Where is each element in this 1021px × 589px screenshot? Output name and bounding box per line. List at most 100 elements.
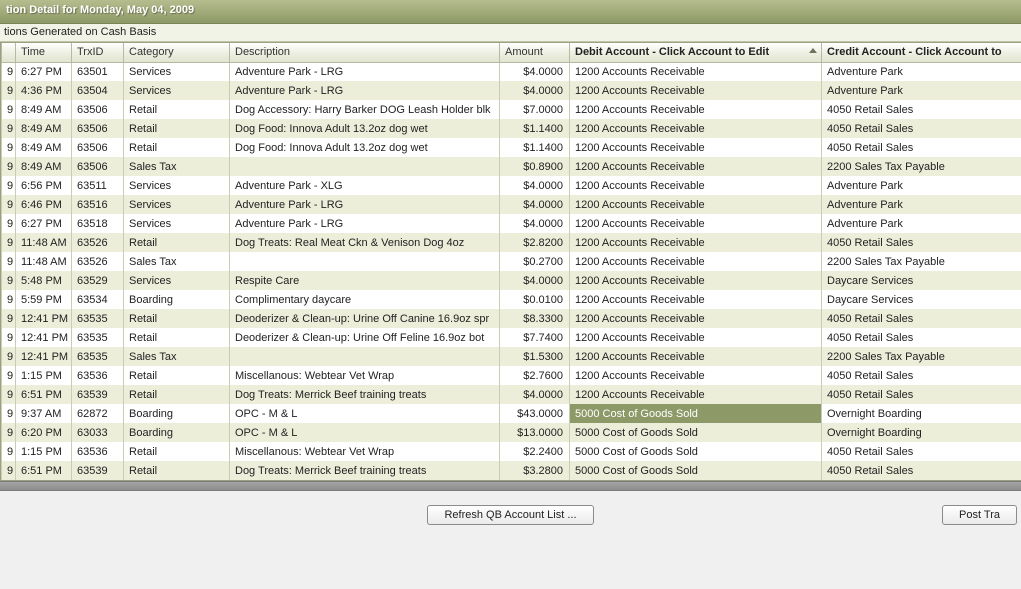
cell-date[interactable]: 9 [2, 366, 16, 385]
cell-description[interactable]: Adventure Park - XLG [230, 176, 500, 195]
cell-trxid[interactable]: 63526 [72, 233, 124, 252]
cell-date[interactable]: 9 [2, 157, 16, 176]
cell-debit-account[interactable]: 5000 Cost of Goods Sold [570, 442, 822, 461]
cell-amount[interactable]: $4.0000 [500, 271, 570, 290]
cell-date[interactable]: 9 [2, 81, 16, 100]
cell-description[interactable]: Dog Treats: Real Meat Ckn & Venison Dog … [230, 233, 500, 252]
cell-description[interactable]: Adventure Park - LRG [230, 81, 500, 100]
cell-credit-account[interactable]: Adventure Park [822, 214, 1021, 233]
cell-category[interactable]: Services [124, 195, 230, 214]
cell-time[interactable]: 5:59 PM [16, 290, 72, 309]
cell-description[interactable]: Miscellanous: Webtear Vet Wrap [230, 442, 500, 461]
table-row[interactable]: 912:41 PM63535RetailDeoderizer & Clean-u… [2, 309, 1021, 328]
cell-credit-account[interactable]: 2200 Sales Tax Payable [822, 157, 1021, 176]
cell-credit-account[interactable]: Daycare Services [822, 290, 1021, 309]
cell-debit-account[interactable]: 1200 Accounts Receivable [570, 119, 822, 138]
cell-category[interactable]: Retail [124, 328, 230, 347]
cell-date[interactable]: 9 [2, 252, 16, 271]
cell-trxid[interactable]: 63506 [72, 138, 124, 157]
cell-trxid[interactable]: 63501 [72, 62, 124, 81]
cell-trxid[interactable]: 63535 [72, 309, 124, 328]
cell-date[interactable]: 9 [2, 195, 16, 214]
cell-debit-account[interactable]: 1200 Accounts Receivable [570, 290, 822, 309]
cell-date[interactable]: 9 [2, 290, 16, 309]
cell-time[interactable]: 8:49 AM [16, 119, 72, 138]
cell-amount[interactable]: $3.2800 [500, 461, 570, 480]
cell-credit-account[interactable]: 2200 Sales Tax Payable [822, 252, 1021, 271]
col-time[interactable]: Time [16, 43, 72, 62]
cell-description[interactable]: Dog Accessory: Harry Barker DOG Leash Ho… [230, 100, 500, 119]
cell-date[interactable]: 9 [2, 138, 16, 157]
cell-credit-account[interactable]: 4050 Retail Sales [822, 328, 1021, 347]
table-row[interactable]: 99:37 AM62872BoardingOPC - M & L$43.0000… [2, 404, 1021, 423]
cell-date[interactable]: 9 [2, 385, 16, 404]
cell-category[interactable]: Services [124, 81, 230, 100]
cell-date[interactable]: 9 [2, 328, 16, 347]
cell-debit-account[interactable]: 1200 Accounts Receivable [570, 309, 822, 328]
cell-amount[interactable]: $4.0000 [500, 195, 570, 214]
cell-credit-account[interactable]: 4050 Retail Sales [822, 100, 1021, 119]
col-category[interactable]: Category [124, 43, 230, 62]
cell-date[interactable]: 9 [2, 100, 16, 119]
cell-amount[interactable]: $0.0100 [500, 290, 570, 309]
cell-credit-account[interactable]: 4050 Retail Sales [822, 309, 1021, 328]
table-row[interactable]: 96:51 PM63539RetailDog Treats: Merrick B… [2, 385, 1021, 404]
cell-debit-account[interactable]: 1200 Accounts Receivable [570, 366, 822, 385]
cell-debit-account[interactable]: 1200 Accounts Receivable [570, 385, 822, 404]
cell-amount[interactable]: $8.3300 [500, 309, 570, 328]
cell-time[interactable]: 9:37 AM [16, 404, 72, 423]
col-credit-account[interactable]: Credit Account - Click Account to [822, 43, 1021, 62]
cell-description[interactable]: Miscellanous: Webtear Vet Wrap [230, 366, 500, 385]
cell-time[interactable]: 6:20 PM [16, 423, 72, 442]
cell-amount[interactable]: $4.0000 [500, 214, 570, 233]
cell-debit-account[interactable]: 1200 Accounts Receivable [570, 138, 822, 157]
cell-amount[interactable]: $7.0000 [500, 100, 570, 119]
cell-trxid[interactable]: 63506 [72, 119, 124, 138]
cell-trxid[interactable]: 63534 [72, 290, 124, 309]
cell-date[interactable]: 9 [2, 176, 16, 195]
cell-time[interactable]: 6:27 PM [16, 214, 72, 233]
table-row[interactable]: 91:15 PM63536RetailMiscellanous: Webtear… [2, 366, 1021, 385]
cell-category[interactable]: Sales Tax [124, 252, 230, 271]
cell-trxid[interactable]: 63518 [72, 214, 124, 233]
cell-time[interactable]: 6:51 PM [16, 461, 72, 480]
cell-debit-account[interactable]: 1200 Accounts Receivable [570, 233, 822, 252]
cell-debit-account[interactable]: 1200 Accounts Receivable [570, 271, 822, 290]
cell-amount[interactable]: $4.0000 [500, 385, 570, 404]
cell-date[interactable]: 9 [2, 461, 16, 480]
cell-date[interactable]: 9 [2, 233, 16, 252]
cell-debit-account[interactable]: 1200 Accounts Receivable [570, 252, 822, 271]
cell-trxid[interactable]: 63539 [72, 461, 124, 480]
col-trxid[interactable]: TrxID [72, 43, 124, 62]
col-amount[interactable]: Amount [500, 43, 570, 62]
cell-time[interactable]: 6:27 PM [16, 62, 72, 81]
table-row[interactable]: 98:49 AM63506RetailDog Food: Innova Adul… [2, 138, 1021, 157]
table-row[interactable]: 912:41 PM63535Sales Tax$1.53001200 Accou… [2, 347, 1021, 366]
table-row[interactable]: 98:49 AM63506RetailDog Food: Innova Adul… [2, 119, 1021, 138]
cell-date[interactable]: 9 [2, 62, 16, 81]
refresh-qb-account-list-button[interactable]: Refresh QB Account List ... [427, 505, 593, 525]
cell-time[interactable]: 5:48 PM [16, 271, 72, 290]
cell-category[interactable]: Retail [124, 119, 230, 138]
table-row[interactable]: 96:51 PM63539RetailDog Treats: Merrick B… [2, 461, 1021, 480]
cell-debit-account[interactable]: 1200 Accounts Receivable [570, 100, 822, 119]
cell-debit-account[interactable]: 1200 Accounts Receivable [570, 81, 822, 100]
cell-date[interactable]: 9 [2, 404, 16, 423]
cell-description[interactable]: Dog Treats: Merrick Beef training treats [230, 385, 500, 404]
cell-trxid[interactable]: 63535 [72, 347, 124, 366]
cell-time[interactable]: 12:41 PM [16, 309, 72, 328]
cell-date[interactable]: 9 [2, 423, 16, 442]
cell-description[interactable]: OPC - M & L [230, 423, 500, 442]
cell-description[interactable]: Respite Care [230, 271, 500, 290]
cell-credit-account[interactable]: 2200 Sales Tax Payable [822, 347, 1021, 366]
cell-debit-account[interactable]: 1200 Accounts Receivable [570, 62, 822, 81]
cell-description[interactable]: Dog Treats: Merrick Beef training treats [230, 461, 500, 480]
table-row[interactable]: 95:59 PM63534BoardingComplimentary dayca… [2, 290, 1021, 309]
cell-trxid[interactable]: 63033 [72, 423, 124, 442]
cell-category[interactable]: Services [124, 62, 230, 81]
cell-category[interactable]: Retail [124, 442, 230, 461]
cell-credit-account[interactable]: 4050 Retail Sales [822, 138, 1021, 157]
cell-date[interactable]: 9 [2, 347, 16, 366]
cell-trxid[interactable]: 63504 [72, 81, 124, 100]
cell-time[interactable]: 4:36 PM [16, 81, 72, 100]
